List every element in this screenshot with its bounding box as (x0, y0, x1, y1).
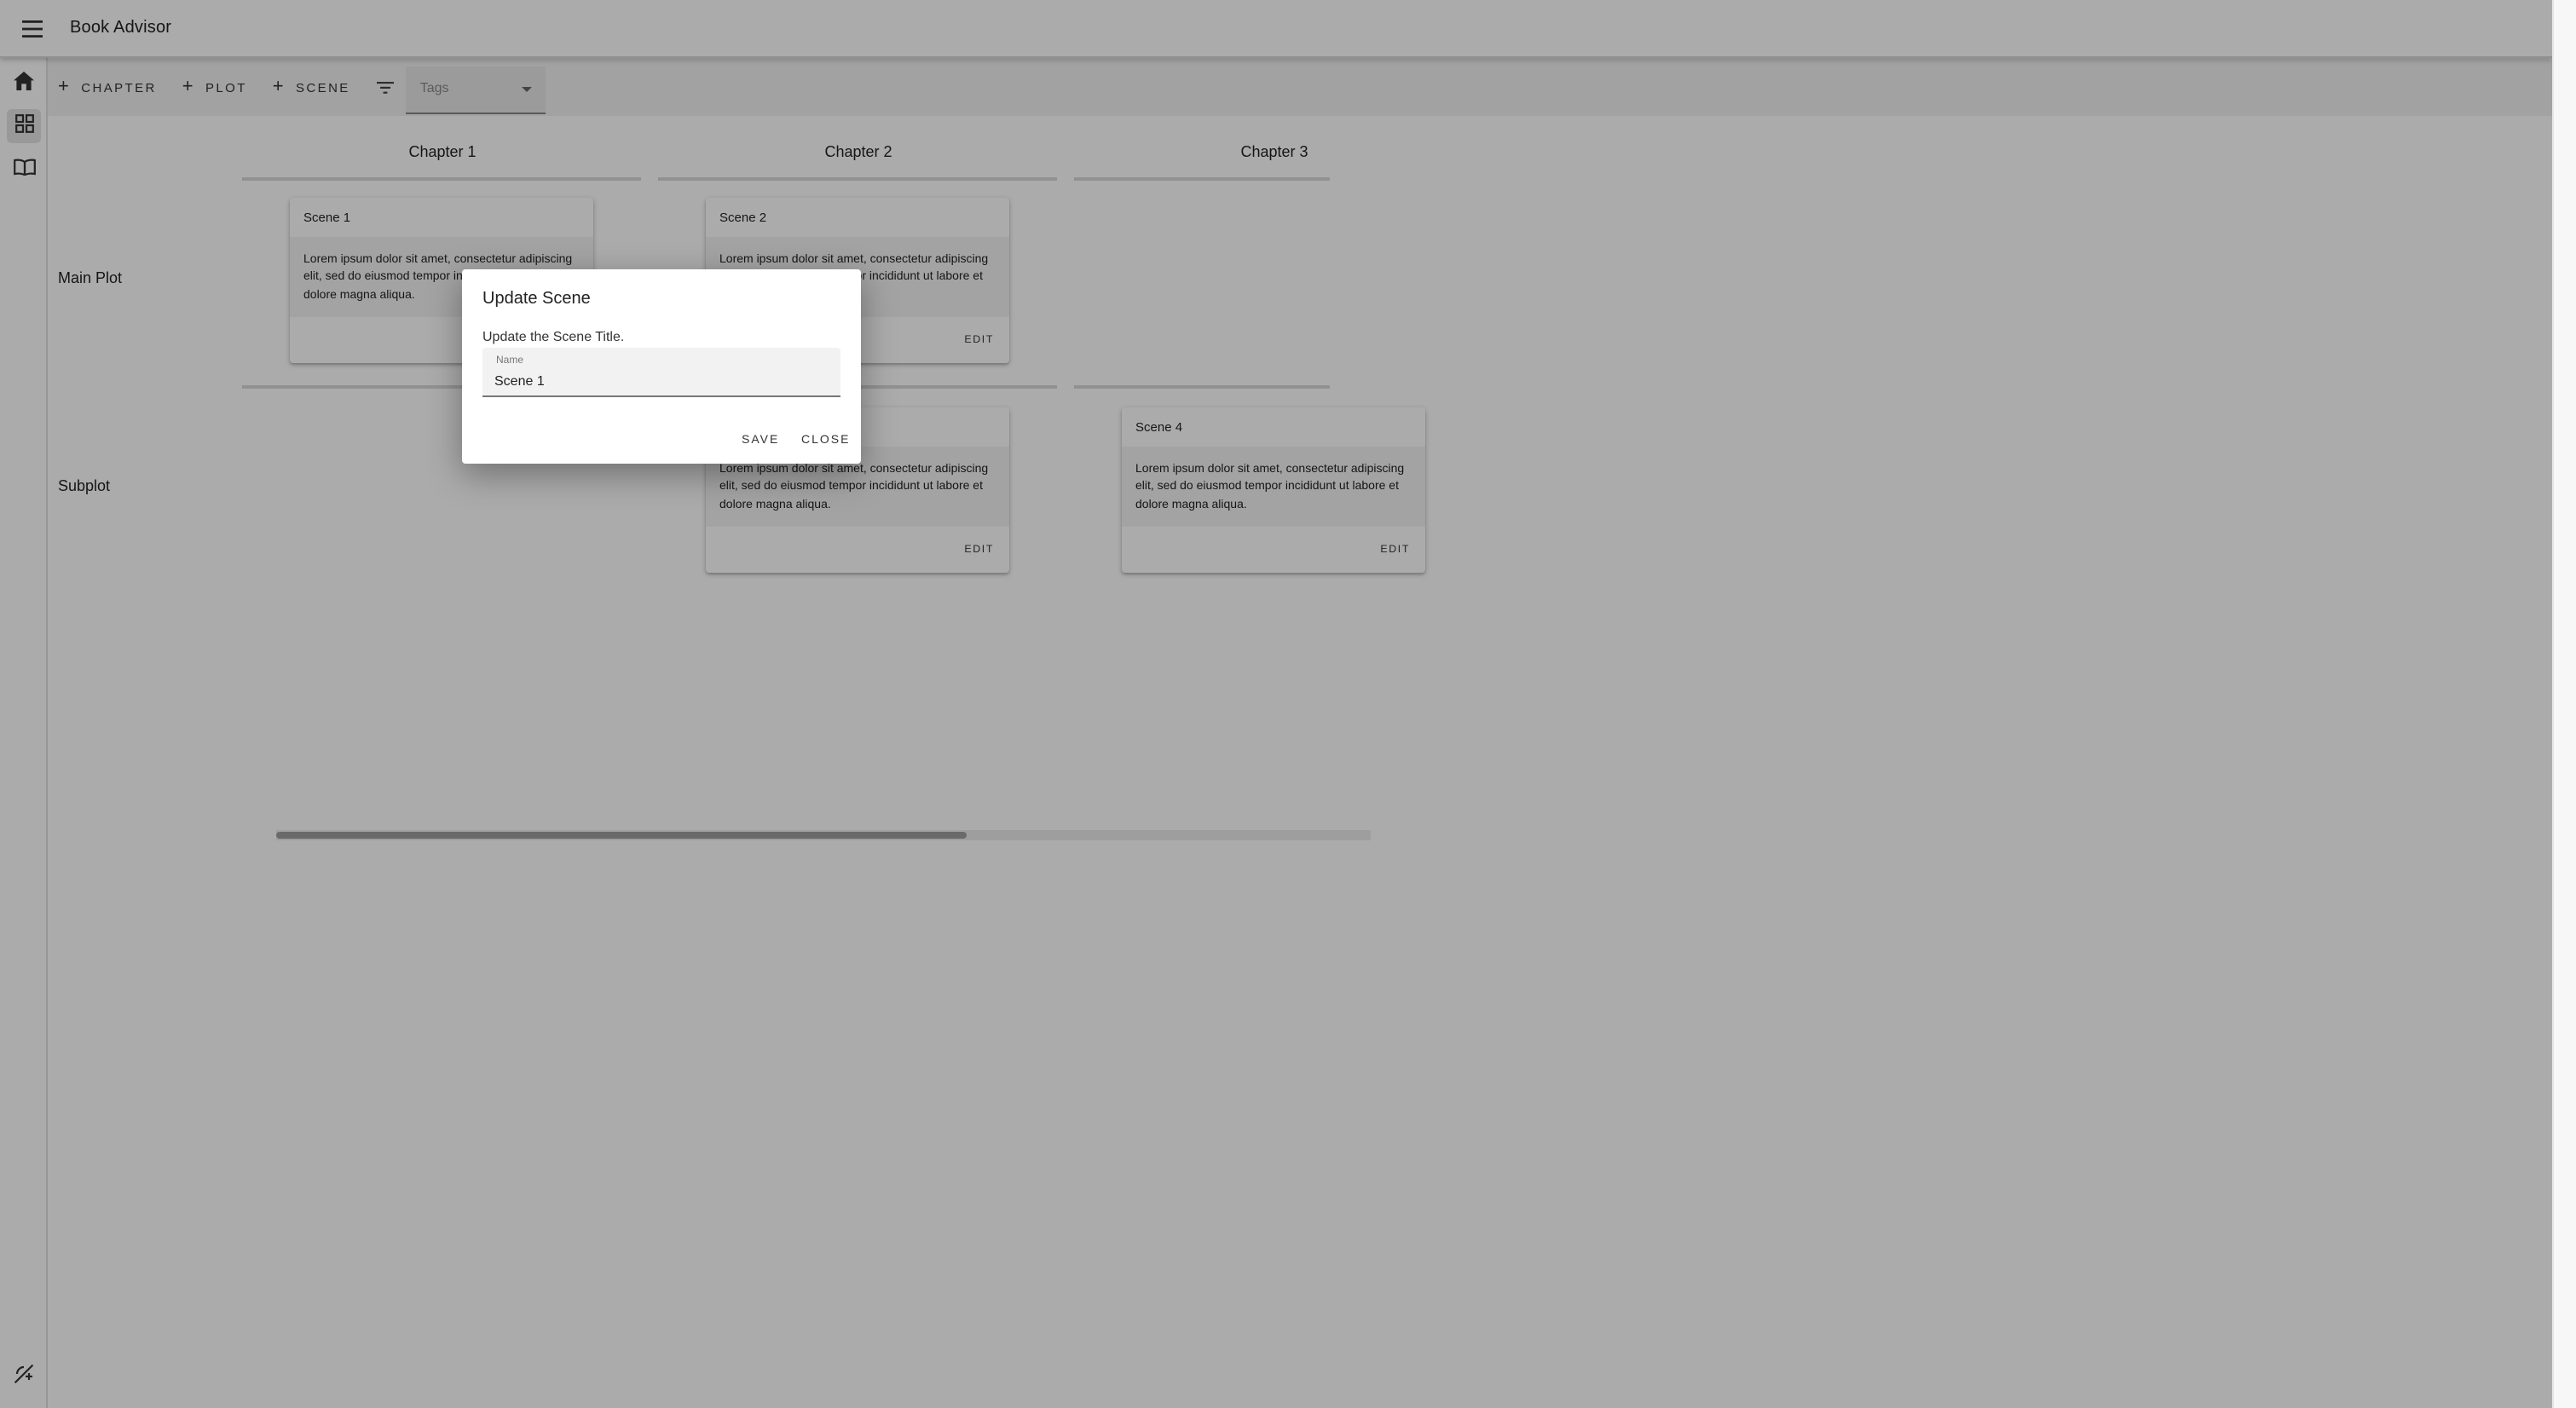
close-button[interactable]: CLOSE (801, 435, 850, 447)
update-scene-dialog: Update Scene Update the Scene Title. Nam… (462, 269, 861, 464)
modal-backdrop[interactable] (0, 0, 2576, 1408)
dialog-title: Update Scene (482, 290, 591, 309)
dialog-description: Update the Scene Title. (482, 329, 625, 344)
name-input[interactable] (494, 373, 827, 389)
vertical-scrollbar[interactable] (2552, 0, 2576, 1408)
app-root: Book Advisor + CHAPTER + PLOT + SCENE Ta… (0, 0, 2576, 1408)
name-field-label: Name (496, 356, 524, 366)
save-button[interactable]: SAVE (742, 435, 779, 447)
name-field[interactable]: Name (482, 348, 840, 397)
